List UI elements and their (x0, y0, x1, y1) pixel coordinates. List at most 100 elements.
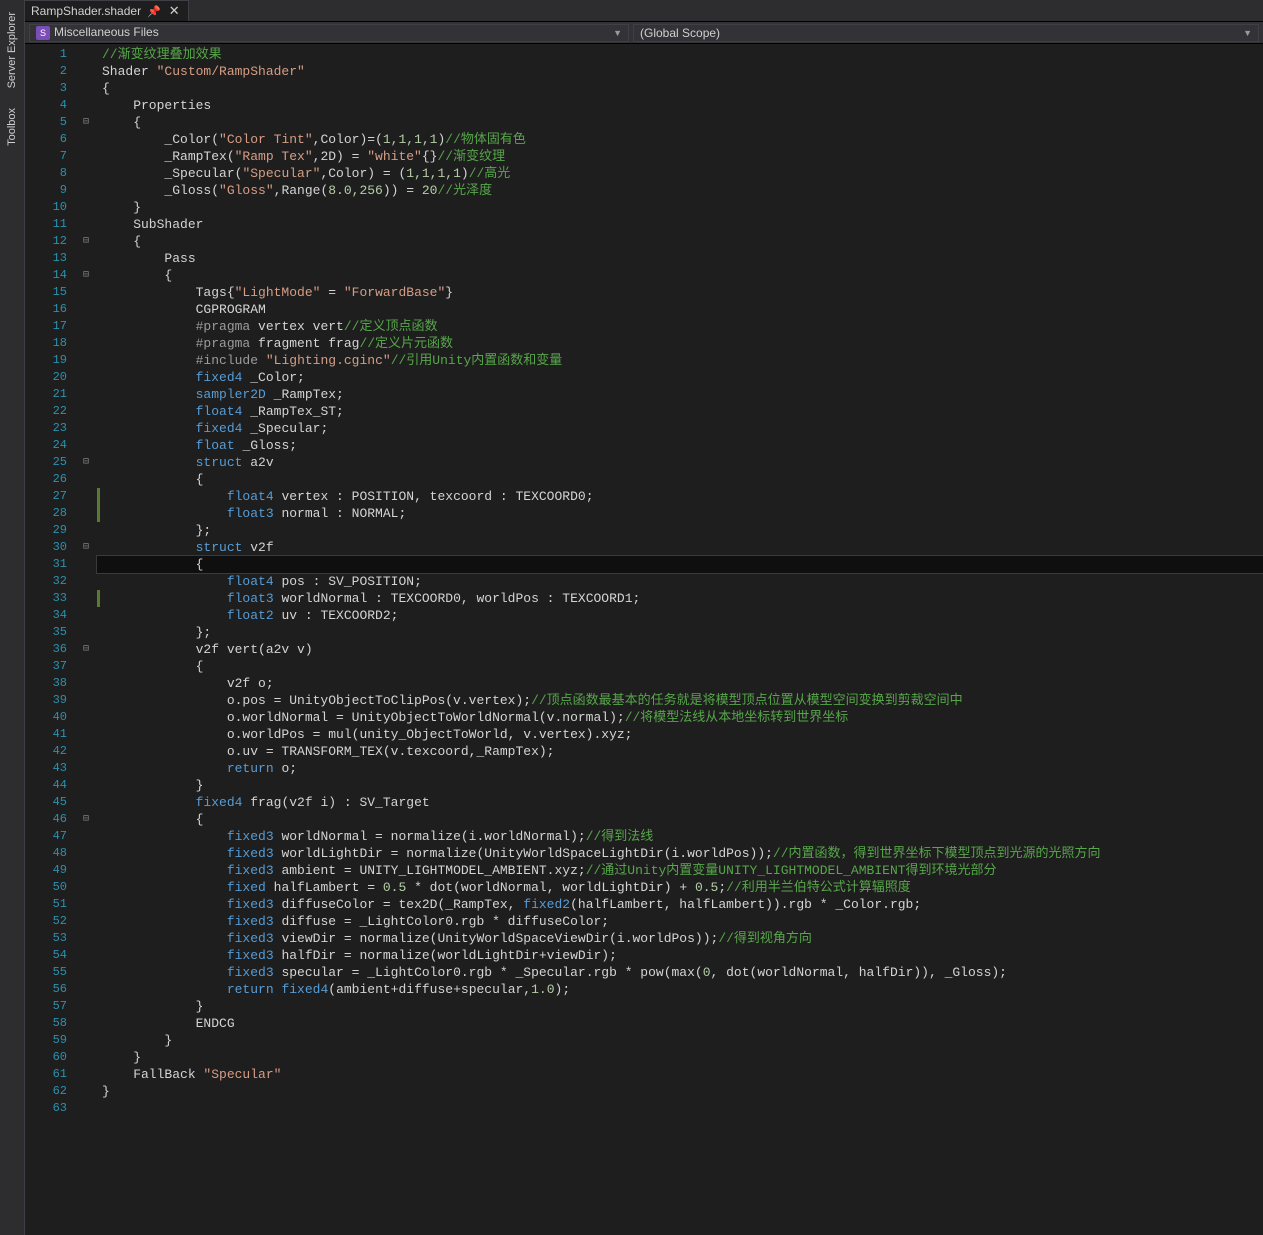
close-icon[interactable]: ✕ (167, 3, 182, 19)
code-line[interactable]: float3 worldNormal : TEXCOORD0, worldPos… (97, 590, 1263, 607)
fold-toggle-icon[interactable]: ⊟ (79, 641, 93, 658)
fold-toggle-icon[interactable]: ⊟ (79, 811, 93, 828)
code-line[interactable]: fixed3 viewDir = normalize(UnityWorldSpa… (97, 930, 1263, 947)
code-line[interactable]: { (97, 80, 1263, 97)
code-line[interactable]: _Color("Color Tint",Color)=(1,1,1,1)//物体… (97, 131, 1263, 148)
code-line[interactable]: o.worldPos = mul(unity_ObjectToWorld, v.… (97, 726, 1263, 743)
fold-toggle-icon[interactable]: ⊟ (79, 114, 93, 131)
code-line[interactable] (97, 1100, 1263, 1117)
line-number: 52 (25, 913, 67, 930)
line-number: 33 (25, 590, 67, 607)
code-line[interactable]: struct v2f (97, 539, 1263, 556)
code-line[interactable]: fixed3 ambient = UNITY_LIGHTMODEL_AMBIEN… (97, 862, 1263, 879)
code-line[interactable]: #pragma vertex vert//定义顶点函数 (97, 318, 1263, 335)
code-line[interactable]: o.uv = TRANSFORM_TEX(v.texcoord,_RampTex… (97, 743, 1263, 760)
code-editor[interactable]: 1234567891011121314151617181920212223242… (25, 44, 1263, 1235)
scope-dropdown[interactable]: (Global Scope) ▼ (633, 24, 1259, 42)
code-line[interactable]: v2f o; (97, 675, 1263, 692)
code-line[interactable]: { (97, 811, 1263, 828)
line-number: 29 (25, 522, 67, 539)
code-line[interactable]: struct a2v (97, 454, 1263, 471)
code-line[interactable]: fixed3 specular = _LightColor0.rgb * _Sp… (97, 964, 1263, 981)
fold-spacer (79, 709, 93, 726)
code-line[interactable]: float3 normal : NORMAL; (97, 505, 1263, 522)
project-dropdown[interactable]: SMiscellaneous Files ▼ (29, 24, 629, 42)
code-line[interactable]: fixed halfLambert = 0.5 * dot(worldNorma… (97, 879, 1263, 896)
code-line[interactable]: } (97, 777, 1263, 794)
code-line[interactable]: float2 uv : TEXCOORD2; (97, 607, 1263, 624)
code-line[interactable]: }; (97, 624, 1263, 641)
fold-spacer (79, 573, 93, 590)
fold-spacer (79, 1083, 93, 1100)
code-line[interactable]: Shader "Custom/RampShader" (97, 63, 1263, 80)
code-line[interactable]: fixed3 diffuseColor = tex2D(_RampTex, fi… (97, 896, 1263, 913)
code-line[interactable]: return o; (97, 760, 1263, 777)
code-line[interactable]: #include "Lighting.cginc"//引用Unity内置函数和变… (97, 352, 1263, 369)
code-line[interactable]: _Specular("Specular",Color) = (1,1,1,1)/… (97, 165, 1263, 182)
fold-spacer (79, 1015, 93, 1032)
code-line[interactable]: o.worldNormal = UnityObjectToWorldNormal… (97, 709, 1263, 726)
code-line[interactable]: } (97, 998, 1263, 1015)
fold-spacer (79, 352, 93, 369)
line-number: 58 (25, 1015, 67, 1032)
line-number-gutter: 1234567891011121314151617181920212223242… (25, 44, 79, 1235)
code-line[interactable]: #pragma fragment frag//定义片元函数 (97, 335, 1263, 352)
code-line[interactable]: return fixed4(ambient+diffuse+specular,1… (97, 981, 1263, 998)
line-number: 25 (25, 454, 67, 471)
code-line[interactable]: } (97, 1032, 1263, 1049)
fold-toggle-icon[interactable]: ⊟ (79, 539, 93, 556)
code-area[interactable]: //渐变纹理叠加效果 Shader "Custom/RampShader" { … (93, 44, 1263, 1235)
line-number: 26 (25, 471, 67, 488)
code-line[interactable]: fixed3 worldLightDir = normalize(UnityWo… (97, 845, 1263, 862)
code-line[interactable]: fixed4 frag(v2f i) : SV_Target (97, 794, 1263, 811)
code-line[interactable]: _Gloss("Gloss",Range(8.0,256)) = 20//光泽度 (97, 182, 1263, 199)
code-line[interactable]: sampler2D _RampTex; (97, 386, 1263, 403)
line-number: 48 (25, 845, 67, 862)
code-line[interactable]: SubShader (97, 216, 1263, 233)
code-line[interactable]: Tags{"LightMode" = "ForwardBase"} (97, 284, 1263, 301)
code-line[interactable]: { (97, 658, 1263, 675)
code-line[interactable]: fixed3 worldNormal = normalize(i.worldNo… (97, 828, 1263, 845)
code-line[interactable]: CGPROGRAM (97, 301, 1263, 318)
code-line[interactable]: ENDCG (97, 1015, 1263, 1032)
editor-pane: RampShader.shader 📌 ✕ SMiscellaneous Fil… (25, 0, 1263, 1235)
code-line[interactable]: Properties (97, 97, 1263, 114)
code-line[interactable]: } (97, 1083, 1263, 1100)
code-line[interactable]: float4 _RampTex_ST; (97, 403, 1263, 420)
code-line[interactable]: } (97, 199, 1263, 216)
code-line[interactable]: fixed4 _Specular; (97, 420, 1263, 437)
code-line[interactable]: float _Gloss; (97, 437, 1263, 454)
fold-toggle-icon[interactable]: ⊟ (79, 454, 93, 471)
code-line[interactable]: { (97, 233, 1263, 250)
code-line[interactable]: } (97, 1049, 1263, 1066)
chevron-down-icon: ▼ (1243, 28, 1252, 38)
line-number: 62 (25, 1083, 67, 1100)
fold-spacer (79, 80, 93, 97)
code-line[interactable]: Pass (97, 250, 1263, 267)
code-line[interactable]: float4 pos : SV_POSITION; (97, 573, 1263, 590)
code-line[interactable]: FallBack "Specular" (97, 1066, 1263, 1083)
side-tab-toolbox[interactable]: Toolbox (4, 102, 20, 152)
file-icon: S (36, 26, 50, 40)
code-line[interactable]: float4 vertex : POSITION, texcoord : TEX… (97, 488, 1263, 505)
code-line[interactable]: { (97, 556, 1263, 573)
code-line[interactable]: fixed4 _Color; (97, 369, 1263, 386)
line-number: 4 (25, 97, 67, 114)
fold-toggle-icon[interactable]: ⊟ (79, 267, 93, 284)
code-line[interactable]: v2f vert(a2v v) (97, 641, 1263, 658)
line-number: 15 (25, 284, 67, 301)
side-tab-server-explorer[interactable]: Server Explorer (4, 6, 20, 94)
code-line[interactable]: { (97, 267, 1263, 284)
code-line[interactable]: { (97, 114, 1263, 131)
code-line[interactable]: _RampTex("Ramp Tex",2D) = "white"{}//渐变纹… (97, 148, 1263, 165)
fold-toggle-icon[interactable]: ⊟ (79, 233, 93, 250)
code-line[interactable]: { (97, 471, 1263, 488)
pin-icon[interactable]: 📌 (147, 5, 161, 18)
code-line[interactable]: }; (97, 522, 1263, 539)
line-number: 18 (25, 335, 67, 352)
code-line[interactable]: //渐变纹理叠加效果 (97, 46, 1263, 63)
code-line[interactable]: fixed3 halfDir = normalize(worldLightDir… (97, 947, 1263, 964)
document-tab-rampshader[interactable]: RampShader.shader 📌 ✕ (25, 0, 189, 21)
code-line[interactable]: fixed3 diffuse = _LightColor0.rgb * diff… (97, 913, 1263, 930)
code-line[interactable]: o.pos = UnityObjectToClipPos(v.vertex);/… (97, 692, 1263, 709)
